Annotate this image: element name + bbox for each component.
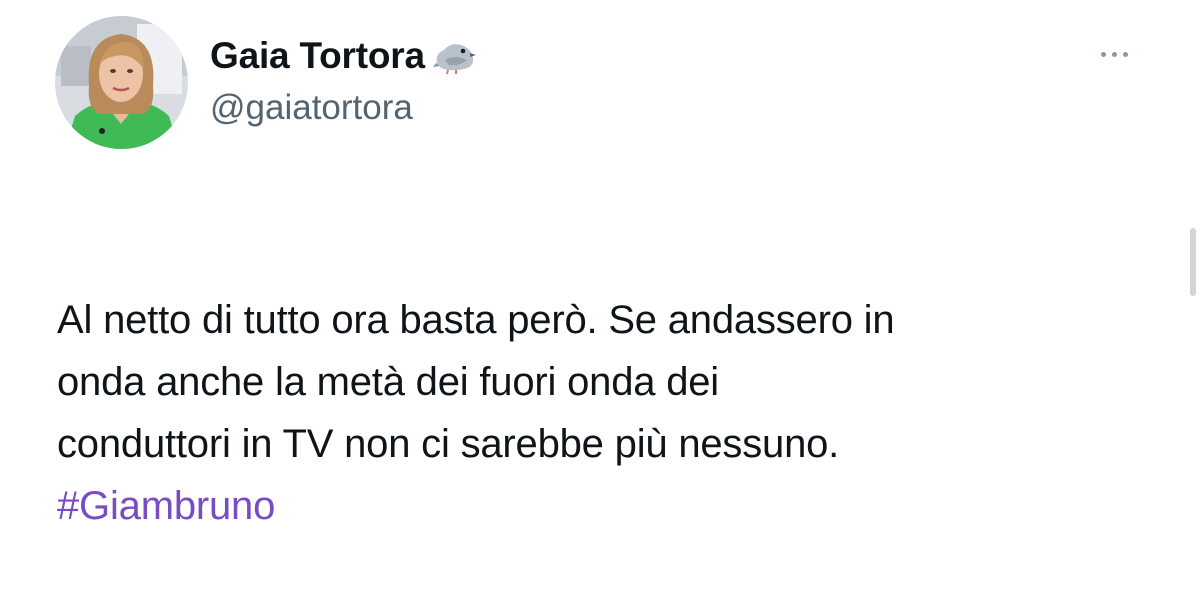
name-row: Gaia Tortora (210, 32, 477, 80)
tweet-text: Al netto di tutto ora basta però. Se and… (57, 298, 895, 466)
tweet-body: Al netto di tutto ora basta però. Se and… (57, 227, 1157, 599)
avatar[interactable] (55, 16, 188, 149)
user-handle[interactable]: @gaiatortora (210, 88, 413, 128)
more-options-icon (1100, 51, 1106, 57)
tweet-card: Gaia Tortora @gaiatortora Al netto di tu… (0, 0, 1200, 545)
hashtag-link[interactable]: #Giambruno (57, 475, 1157, 537)
more-options-icon (1111, 51, 1117, 57)
avatar-photo (55, 16, 188, 149)
scrollbar[interactable] (1190, 228, 1196, 296)
more-options-icon (1122, 51, 1128, 57)
more-options-button[interactable] (1086, 40, 1142, 68)
display-name[interactable]: Gaia Tortora (210, 35, 425, 77)
pigeon-emoji-icon (432, 36, 477, 76)
